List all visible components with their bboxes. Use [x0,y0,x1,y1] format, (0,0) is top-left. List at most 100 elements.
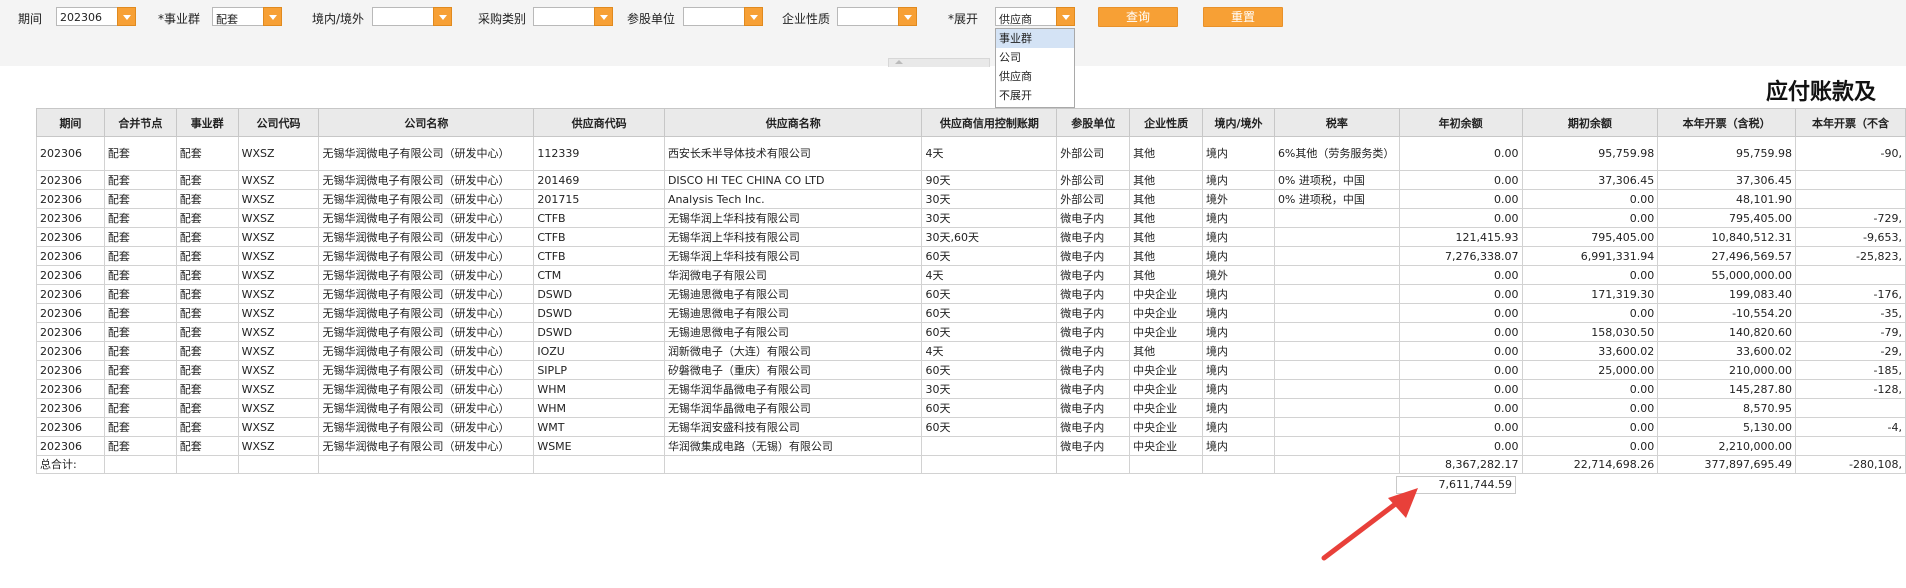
table-cell: 0% 进项税，中国 [1273,170,1400,190]
dropdown-option-company[interactable]: 公司 [996,48,1074,67]
table-cell: WSME [533,436,665,456]
table-cell: 华润微集成电路（无锡）有限公司 [663,436,923,456]
column-header: 本年开票（不含 [1795,108,1906,137]
table-row: 202306 配套 配套 WXSZ 无锡华润微电子有限公司（研发中心） WSME 华润微集成… [36,436,1906,456]
table-row: 202306 配套 配套 WXSZ 无锡华润微电子有限公司（研发中心） CTM 华润微电子有… [36,265,1906,285]
query-button[interactable]: 查询 [1098,7,1178,27]
table-cell: WXSZ [237,417,320,437]
chevron-down-icon[interactable] [1056,7,1075,26]
column-header: 期间 [36,108,105,137]
expand-select[interactable]: 供应商 [995,7,1075,26]
total-cell [1129,455,1204,474]
table-cell: 4天 [921,136,1058,171]
table-cell: 配套 [103,322,177,342]
table-cell: 中央企业 [1129,284,1204,304]
table-cell: 配套 [175,170,239,190]
table-cell: WXSZ [237,341,320,361]
enterprise-nature-select[interactable] [837,7,917,26]
table-cell: 2,210,000.00 [1657,436,1797,456]
dropdown-option-supplier[interactable]: 供应商 [996,67,1074,86]
table-cell: 25,000.00 [1521,360,1659,380]
table-cell: 210,000.00 [1657,360,1797,380]
share-unit-select[interactable] [683,7,763,26]
table-cell: 外部公司 [1056,189,1131,209]
total-cell: -280,108, [1795,455,1906,474]
table-cell: 微电子内 [1056,246,1131,266]
table-cell: 微电子内 [1056,417,1131,437]
total-cell [103,455,177,474]
table-cell: 55,000,000.00 [1657,265,1797,285]
table-row: 202306 配套 配套 WXSZ 无锡华润微电子有限公司（研发中心） IOZU 润新微电子… [36,341,1906,361]
chevron-down-icon[interactable] [898,7,917,26]
table-cell: -90, [1795,136,1906,171]
column-header: 税率 [1273,108,1400,137]
business-group-select[interactable]: 配套 [212,7,282,26]
table-row: 202306 配套 配套 WXSZ 无锡华润微电子有限公司（研发中心） DSWD 无锡迪思微… [36,284,1906,304]
table-cell: 配套 [103,136,177,171]
table-cell: 0.00 [1398,303,1523,323]
dropdown-option-no-expand[interactable]: 不展开 [996,86,1074,105]
table-cell: 配套 [175,189,239,209]
table-cell: 60天 [921,398,1058,418]
business-group-value: 配套 [216,13,238,26]
chevron-down-icon[interactable] [117,7,136,26]
dropdown-option-business-group[interactable]: 事业群 [996,29,1074,48]
chevron-down-icon[interactable] [744,7,763,26]
column-header: 供应商名称 [663,108,923,137]
table-cell [1273,208,1400,228]
table-cell: 华润微电子有限公司 [663,265,923,285]
table-cell: 无锡华润微电子有限公司（研发中心） [318,379,535,399]
table-cell: 795,405.00 [1521,227,1659,247]
period-label: 期间 [18,12,43,26]
table-cell: CTFB [533,208,665,228]
total-cell [1273,455,1400,474]
table-cell: 无锡华润安盛科技有限公司 [663,417,923,437]
table-cell: 微电子内 [1056,227,1131,247]
chevron-down-icon[interactable] [594,7,613,26]
table-cell: 微电子内 [1056,208,1131,228]
table-cell: 配套 [103,227,177,247]
table-cell: 145,287.80 [1657,379,1797,399]
table-cell: 境内 [1202,417,1275,437]
table-cell: 配套 [175,360,239,380]
table-cell: 10,840,512.31 [1657,227,1797,247]
reset-button[interactable]: 重置 [1203,7,1283,27]
table-row: 202306 配套 配套 WXSZ 无锡华润微电子有限公司（研发中心） 201469 DIS… [36,170,1906,190]
table-row: 202306 配套 配套 WXSZ 无锡华润微电子有限公司（研发中心） 201715 Ana… [36,189,1906,209]
total-label: 总合计: [36,455,105,474]
chevron-down-icon[interactable] [263,7,282,26]
table-row: 202306 配套 配套 WXSZ 无锡华润微电子有限公司（研发中心） CTFB 无锡华润上… [36,208,1906,228]
table-cell: -29, [1795,341,1906,361]
table-cell: -10,554.20 [1657,303,1797,323]
table-cell: 60天 [921,284,1058,304]
table-cell: 微电子内 [1056,398,1131,418]
chevron-down-icon[interactable] [433,7,452,26]
table-cell: 无锡华润微电子有限公司（研发中心） [318,246,535,266]
column-header: 公司代码 [237,108,320,137]
table-cell: 微电子内 [1056,265,1131,285]
report-title: 应付账款及 [1766,80,1877,105]
table-cell: 境内 [1202,398,1275,418]
table-cell: 境外 [1202,265,1275,285]
table-cell: 配套 [103,360,177,380]
table-cell: 202306 [36,379,105,399]
period-value: 202306 [60,11,102,24]
table-row: 202306 配套 配套 WXSZ 无锡华润微电子有限公司（研发中心） DSWD 无锡迪思微… [36,303,1906,323]
column-header: 年初余额 [1398,108,1523,137]
collapse-filter-toggle[interactable] [888,58,990,67]
table-cell: 33,600.02 [1521,341,1659,361]
table-cell: 0.00 [1398,208,1523,228]
period-select[interactable]: 202306 [56,7,136,26]
table-cell: 外部公司 [1056,170,1131,190]
table-cell: 境内 [1202,379,1275,399]
table-cell: 0.00 [1521,265,1659,285]
table-cell: -35, [1795,303,1906,323]
table-cell: 境内 [1202,341,1275,361]
table-cell: 配套 [175,379,239,399]
domestic-select[interactable] [372,7,452,26]
table-cell: 配套 [103,208,177,228]
table-cell: 无锡华润微电子有限公司（研发中心） [318,170,535,190]
table-cell: Analysis Tech Inc. [663,189,923,209]
table-row: 202306 配套 配套 WXSZ 无锡华润微电子有限公司（研发中心） WHM 无锡华润华晶… [36,379,1906,399]
purchase-type-select[interactable] [533,7,613,26]
